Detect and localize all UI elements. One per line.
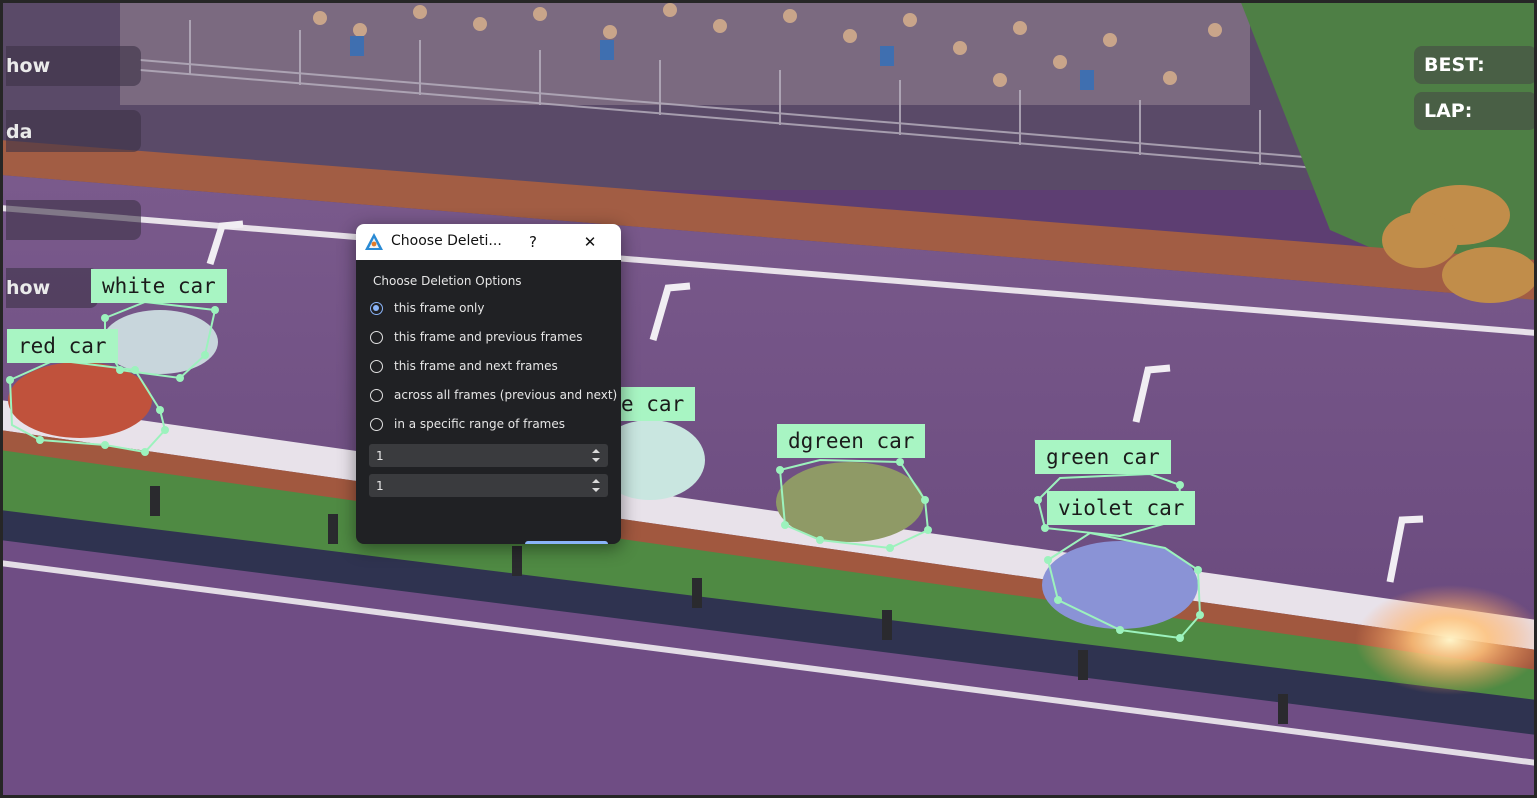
side-panel-item: da [6, 110, 141, 152]
app-logo-icon [365, 233, 383, 250]
hud-lap: LAP: [1414, 92, 1537, 130]
radio-button[interactable] [370, 359, 383, 373]
hud-best-label: BEST: [1424, 54, 1485, 76]
range-end-input[interactable] [369, 474, 581, 497]
option-this-frame-only[interactable]: this frame only [370, 298, 485, 318]
range-end-spinbox[interactable] [369, 474, 608, 497]
option-label: across all frames (previous and next) [394, 388, 618, 402]
option-label: this frame and previous frames [394, 330, 583, 344]
race-scene-background [0, 0, 1537, 798]
dialog-title: Choose Deleti... [391, 233, 502, 249]
annotation-label-red-car[interactable]: red car [7, 329, 118, 363]
radio-button[interactable] [370, 330, 383, 344]
range-start-spinbox[interactable] [369, 444, 608, 467]
hud-lap-label: LAP: [1424, 100, 1473, 122]
side-panel-item [6, 200, 141, 240]
option-this-and-previous-frames[interactable]: this frame and previous frames [370, 327, 582, 347]
close-button[interactable]: ✕ [578, 230, 602, 254]
option-label: this frame only [394, 301, 485, 315]
annotation-label-white-car[interactable]: white car [91, 269, 227, 303]
annotation-label-dgreen-car[interactable]: dgreen car [777, 424, 926, 458]
radio-button[interactable] [370, 417, 383, 431]
radio-button[interactable] [370, 301, 383, 315]
ok-button[interactable]: OK [525, 541, 608, 544]
dialog-titlebar[interactable]: Choose Deleti... ? ✕ [356, 224, 621, 260]
spin-arrows[interactable] [590, 476, 602, 495]
radio-button[interactable] [370, 388, 383, 402]
spin-arrows[interactable] [590, 446, 602, 465]
help-button[interactable]: ? [521, 230, 545, 254]
choose-deletion-dialog: Choose Deleti... ? ✕ Choose Deletion Opt… [356, 224, 621, 544]
hud-best: BEST: [1414, 46, 1537, 84]
range-start-input[interactable] [369, 444, 581, 467]
spin-up-icon[interactable] [592, 479, 600, 483]
option-across-all-frames[interactable]: across all frames (previous and next) [370, 385, 617, 405]
annotation-label-green-car[interactable]: green car [1035, 440, 1171, 474]
side-panel-item: how [6, 46, 141, 86]
spin-down-icon[interactable] [592, 488, 600, 492]
spin-up-icon[interactable] [592, 449, 600, 453]
section-label: Choose Deletion Options [373, 274, 522, 288]
video-canvas[interactable]: BEST: LAP: how da how white car red car … [0, 0, 1537, 798]
option-label: this frame and next frames [394, 359, 558, 373]
side-panel-item: how [6, 268, 98, 308]
option-this-and-next-frames[interactable]: this frame and next frames [370, 356, 558, 376]
annotation-label-violet-car[interactable]: violet car [1047, 491, 1196, 525]
spin-down-icon[interactable] [592, 458, 600, 462]
option-label: in a specific range of frames [394, 417, 565, 431]
option-specific-range[interactable]: in a specific range of frames [370, 414, 565, 434]
annotation-label-partial-car[interactable]: e car [621, 387, 696, 421]
